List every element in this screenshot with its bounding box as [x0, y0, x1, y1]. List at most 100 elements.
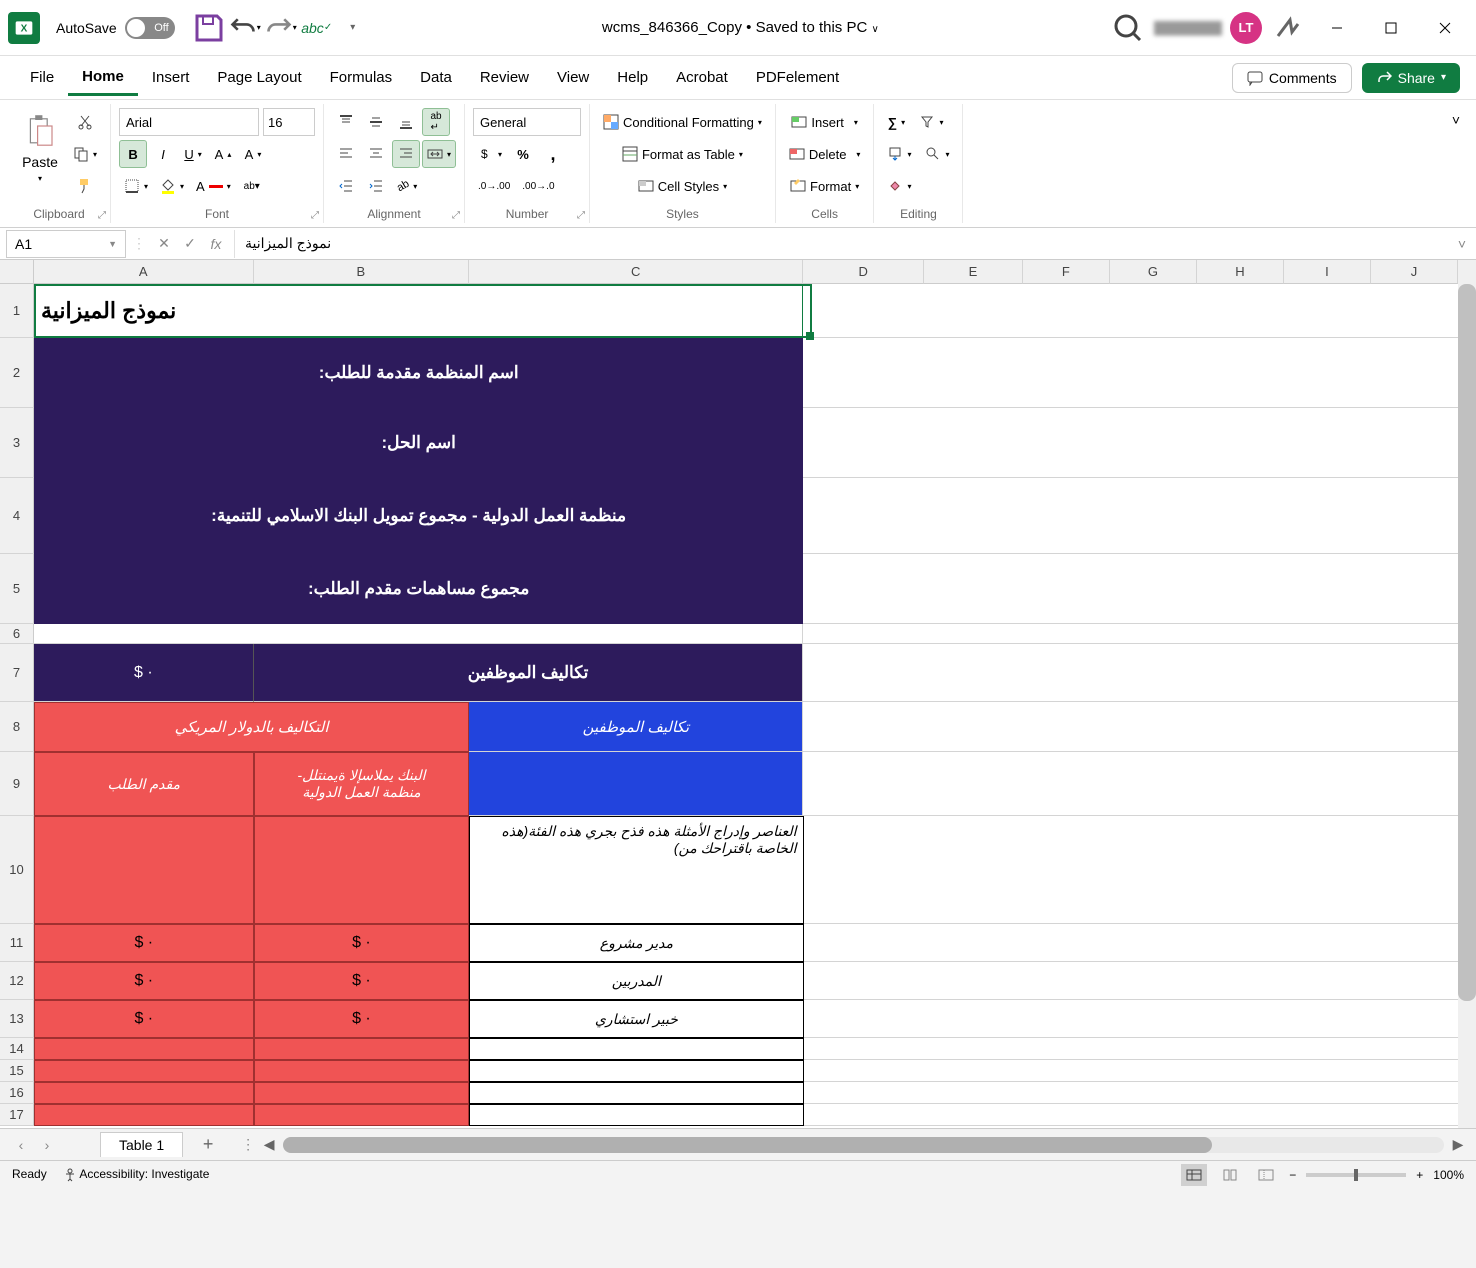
comments-button[interactable]: Comments: [1232, 63, 1352, 93]
decrease-indent-button[interactable]: [332, 172, 360, 200]
expand-formula-bar[interactable]: ˅: [1448, 236, 1476, 252]
increase-decimal-button[interactable]: .0→.00: [473, 172, 515, 200]
cell[interactable]: تكاليف الموظفين: [469, 702, 803, 752]
format-as-table-button[interactable]: Format as Table▾: [598, 140, 767, 168]
autosum-button[interactable]: ∑▾: [882, 108, 910, 136]
vertical-scrollbar[interactable]: [1458, 260, 1476, 1128]
cell[interactable]: مقدم الطلب: [34, 752, 254, 816]
row-header-7[interactable]: 7: [0, 644, 34, 702]
cell[interactable]: مدير مشروع: [469, 924, 803, 962]
align-left-button[interactable]: [332, 140, 360, 168]
conditional-formatting-button[interactable]: Conditional Formatting▾: [598, 108, 767, 136]
cell[interactable]: [254, 1038, 470, 1060]
cell[interactable]: [803, 478, 1458, 554]
cell[interactable]: [804, 1000, 1459, 1038]
cell[interactable]: اسم المنظمة مقدمة للطلب:: [34, 338, 803, 408]
spellcheck-button[interactable]: abc✓: [301, 12, 333, 44]
collapse-ribbon-button[interactable]: ˅: [1444, 104, 1468, 136]
cell[interactable]: [469, 1038, 803, 1060]
row-header-8[interactable]: 8: [0, 702, 34, 752]
tab-view[interactable]: View: [543, 61, 603, 94]
row-header-1[interactable]: 1: [0, 284, 34, 338]
col-header-E[interactable]: E: [924, 260, 1023, 284]
decrease-decimal-button[interactable]: .00→.0: [517, 172, 559, 200]
sheet-nav-next[interactable]: ›: [34, 1132, 60, 1158]
row-header-10[interactable]: 10: [0, 816, 34, 924]
col-header-B[interactable]: B: [254, 260, 470, 284]
fill-color-button[interactable]: ▾: [155, 172, 189, 200]
formula-input[interactable]: نموذج الميزانية: [235, 230, 1448, 258]
number-launcher[interactable]: ⤢: [577, 210, 585, 221]
cell[interactable]: [803, 408, 1458, 478]
row-header-5[interactable]: 5: [0, 554, 34, 624]
cell-styles-button[interactable]: Cell Styles▾: [598, 172, 767, 200]
row-header-6[interactable]: 6: [0, 624, 34, 644]
share-button[interactable]: Share ▾: [1362, 63, 1460, 93]
phonetic-button[interactable]: ab▾: [238, 172, 266, 200]
tab-pdfelement[interactable]: PDFelement: [742, 61, 853, 94]
tab-file[interactable]: File: [16, 61, 68, 94]
horizontal-scrollbar[interactable]: [283, 1137, 1444, 1153]
row-header-15[interactable]: 15: [0, 1060, 34, 1082]
tab-insert[interactable]: Insert: [138, 61, 204, 94]
align-bottom-button[interactable]: [392, 108, 420, 136]
close-button[interactable]: [1422, 12, 1468, 44]
sheet-tab-table1[interactable]: Table 1: [100, 1132, 183, 1157]
cell[interactable]: $ ·: [254, 1000, 470, 1038]
cell[interactable]: [803, 644, 1458, 702]
format-painter-button[interactable]: [68, 172, 102, 200]
col-header-C[interactable]: C: [469, 260, 803, 284]
cell[interactable]: [34, 624, 803, 644]
cell[interactable]: [803, 284, 1458, 338]
cell[interactable]: المدربين: [469, 962, 803, 1000]
italic-button[interactable]: I: [149, 140, 177, 168]
col-header-G[interactable]: G: [1110, 260, 1197, 284]
orientation-button[interactable]: ab▾: [392, 172, 422, 200]
row-header-14[interactable]: 14: [0, 1038, 34, 1060]
cell[interactable]: منظمة العمل الدولية - مجموع تمويل البنك …: [34, 478, 803, 554]
zoom-in-button[interactable]: +: [1416, 1168, 1423, 1182]
row-header-16[interactable]: 16: [0, 1082, 34, 1104]
cell[interactable]: [803, 702, 1458, 752]
tab-data[interactable]: Data: [406, 61, 466, 94]
row-header-12[interactable]: 12: [0, 962, 34, 1000]
col-header-H[interactable]: H: [1197, 260, 1284, 284]
row-header-2[interactable]: 2: [0, 338, 34, 408]
search-button[interactable]: [1112, 12, 1144, 44]
font-name-select[interactable]: [119, 108, 259, 136]
cell[interactable]: $ ·: [34, 962, 254, 1000]
tab-help[interactable]: Help: [603, 61, 662, 94]
document-title[interactable]: wcms_846366_Copy • Saved to this PC ∨: [371, 19, 1110, 36]
cell[interactable]: [34, 1104, 254, 1126]
cell[interactable]: [804, 1060, 1459, 1082]
cell[interactable]: [804, 1082, 1459, 1104]
minimize-button[interactable]: [1314, 12, 1360, 44]
cell[interactable]: [254, 816, 470, 924]
col-header-F[interactable]: F: [1023, 260, 1110, 284]
fill-button[interactable]: ▾: [882, 140, 916, 168]
row-header-17[interactable]: 17: [0, 1104, 34, 1126]
cell[interactable]: [803, 554, 1458, 624]
increase-font-button[interactable]: A▴: [209, 140, 237, 168]
font-size-select[interactable]: [263, 108, 315, 136]
cut-button[interactable]: [68, 108, 102, 136]
tab-home[interactable]: Home: [68, 60, 138, 96]
cell[interactable]: [804, 962, 1459, 1000]
tab-review[interactable]: Review: [466, 61, 543, 94]
cell[interactable]: البنك يملاسإلا ةيمنتلل- منظمة العمل الدو…: [254, 752, 470, 816]
sheet-grid[interactable]: ABCDEFGHIJ نموذج الميزانيةاسم المنظمة مق…: [34, 260, 1458, 1128]
merge-center-button[interactable]: ▾: [422, 140, 456, 168]
cell[interactable]: [804, 816, 1459, 924]
cell[interactable]: $ ·: [254, 962, 470, 1000]
cell[interactable]: [803, 624, 1458, 644]
underline-button[interactable]: U▾: [179, 140, 207, 168]
autosave-toggle[interactable]: Off: [125, 17, 175, 39]
cell[interactable]: مجموع مساهمات مقدم الطلب:: [34, 554, 803, 624]
clipboard-launcher[interactable]: ⤢: [98, 210, 106, 221]
cell[interactable]: [804, 924, 1459, 962]
accounting-format-button[interactable]: $▾: [473, 140, 507, 168]
row-header-4[interactable]: 4: [0, 478, 34, 554]
hscroll-right[interactable]: ▶: [1448, 1135, 1468, 1155]
save-button[interactable]: [193, 12, 225, 44]
cell[interactable]: نموذج الميزانية: [34, 284, 803, 338]
